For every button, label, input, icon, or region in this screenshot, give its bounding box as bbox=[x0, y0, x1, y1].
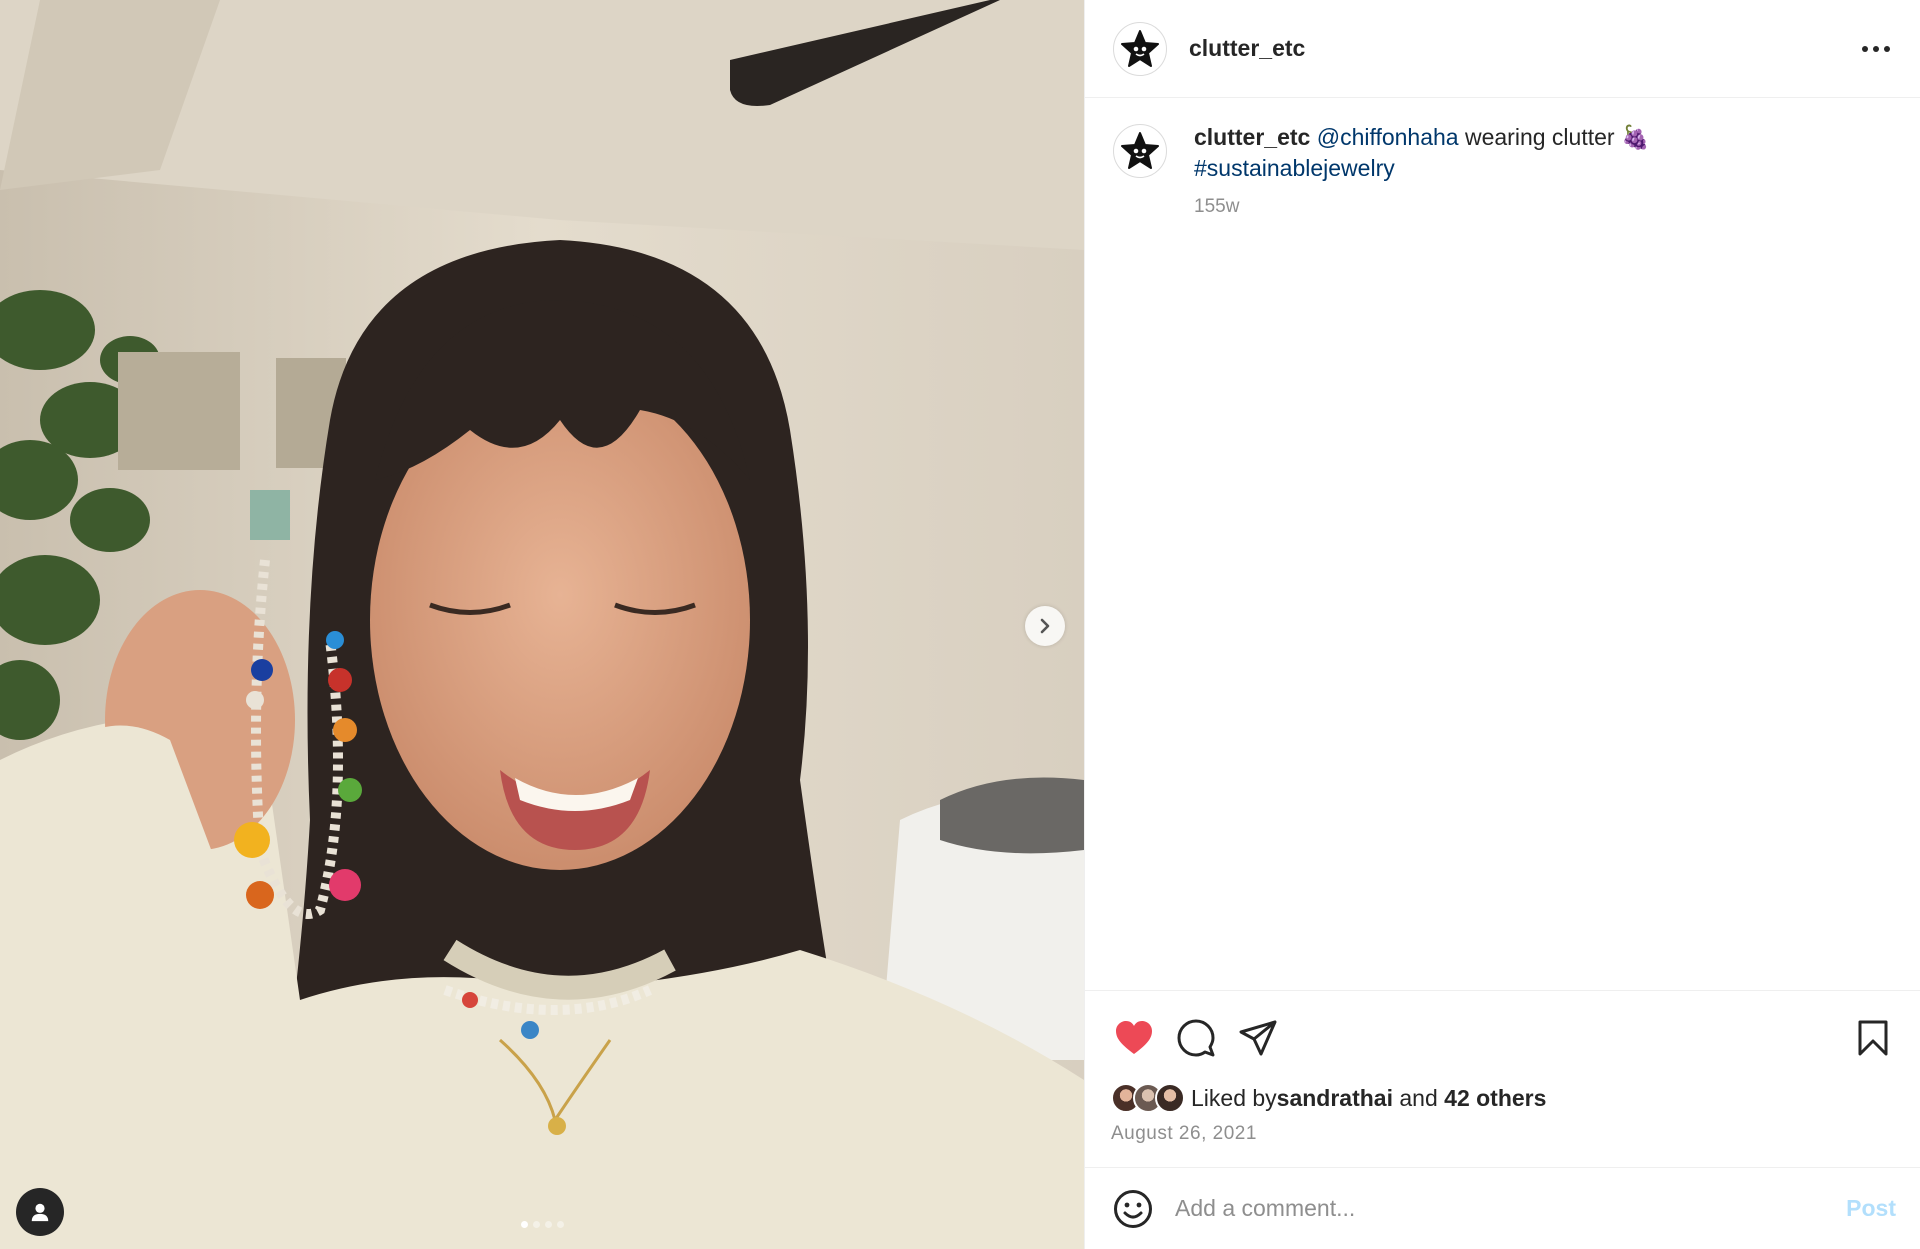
post-actions-section: Liked by sandrathai and 42 others August… bbox=[1085, 990, 1920, 1167]
post-date[interactable]: August 26, 2021 bbox=[1111, 1123, 1896, 1167]
chevron-right-icon bbox=[1040, 618, 1050, 634]
action-bar bbox=[1111, 991, 1896, 1079]
likes-middle: and bbox=[1393, 1084, 1445, 1111]
post-details-panel: clutter_etc clutter_etc @chiffonhaha wea… bbox=[1084, 0, 1920, 1249]
likes-prefix: Liked by bbox=[1191, 1084, 1277, 1111]
carousel-indicator bbox=[0, 1221, 1084, 1228]
heart-icon bbox=[1116, 1021, 1152, 1054]
post-caption: clutter_etc @chiffonhaha wearing clutter… bbox=[1085, 98, 1920, 218]
post-header: clutter_etc bbox=[1085, 0, 1920, 98]
user-tags-button[interactable] bbox=[16, 1188, 64, 1236]
star-logo-icon bbox=[1121, 132, 1159, 169]
liked-by-user-link[interactable]: sandrathai bbox=[1277, 1085, 1393, 1112]
share-icon bbox=[1239, 1020, 1277, 1056]
star-logo-icon bbox=[1121, 29, 1159, 67]
caption-username[interactable]: clutter_etc bbox=[1194, 124, 1310, 150]
share-button[interactable] bbox=[1235, 1015, 1281, 1061]
emoji-icon bbox=[1114, 1189, 1152, 1228]
comment-button[interactable] bbox=[1173, 1015, 1219, 1061]
avatar bbox=[1155, 1083, 1185, 1113]
carousel-next-button[interactable] bbox=[1025, 606, 1065, 646]
more-options-button[interactable] bbox=[1856, 29, 1896, 69]
more-icon bbox=[1862, 45, 1890, 52]
caption-message: wearing clutter bbox=[1458, 124, 1621, 150]
avatar[interactable] bbox=[1113, 21, 1167, 76]
mention-link[interactable]: @chiffonhaha bbox=[1317, 124, 1459, 150]
grapes-emoji: 🍇 bbox=[1620, 124, 1650, 150]
carousel-dot bbox=[520, 1221, 528, 1228]
comment-input[interactable] bbox=[1175, 1195, 1847, 1222]
user-tag-icon bbox=[31, 1203, 49, 1222]
post-comment-button[interactable]: Post bbox=[1846, 1195, 1896, 1222]
post-view: clutter_etc clutter_etc @chiffonhaha wea… bbox=[0, 0, 1920, 1249]
post-media bbox=[0, 0, 1084, 1249]
likes-summary: Liked by sandrathai and 42 others bbox=[1111, 1079, 1896, 1117]
header-username[interactable]: clutter_etc bbox=[1189, 35, 1305, 62]
like-button[interactable] bbox=[1111, 1015, 1157, 1061]
caption-timestamp[interactable]: 155w bbox=[1194, 196, 1650, 218]
carousel-dot bbox=[532, 1221, 540, 1228]
carousel-dot bbox=[556, 1221, 564, 1228]
emoji-picker-button[interactable] bbox=[1111, 1187, 1155, 1231]
comments-area bbox=[1085, 218, 1920, 990]
bookmark-icon bbox=[1858, 1020, 1888, 1056]
save-button[interactable] bbox=[1850, 1015, 1896, 1061]
caption-text: clutter_etc @chiffonhaha wearing clutter… bbox=[1194, 122, 1650, 184]
others-likes-link[interactable]: 42 others bbox=[1444, 1085, 1546, 1112]
comment-form: Post bbox=[1085, 1167, 1920, 1249]
comment-icon bbox=[1177, 1019, 1215, 1057]
liker-avatars[interactable] bbox=[1111, 1083, 1185, 1113]
post-photo bbox=[0, 0, 1084, 1249]
hashtag-link[interactable]: #sustainablejewelry bbox=[1194, 155, 1395, 181]
carousel-dot bbox=[544, 1221, 552, 1228]
caption-body: clutter_etc @chiffonhaha wearing clutter… bbox=[1194, 122, 1650, 218]
caption-avatar[interactable] bbox=[1113, 124, 1167, 178]
